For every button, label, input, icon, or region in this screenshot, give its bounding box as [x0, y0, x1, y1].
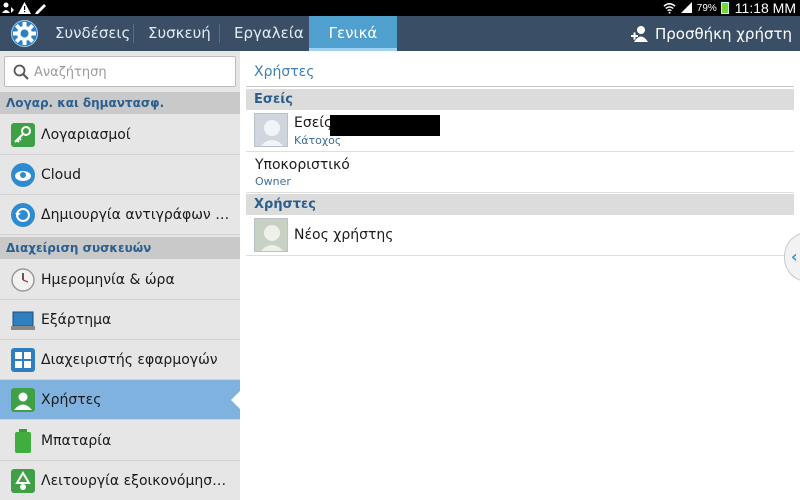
- default-avatar-icon: [260, 120, 284, 146]
- sidebar-item-label: Ημερομηνία & ώρα: [41, 271, 175, 288]
- sidebar-item-power-saving[interactable]: Λειτουργία εξοικονόμησης ε...: [0, 461, 240, 500]
- list-item-nickname[interactable]: Υποκοριστικό Owner: [246, 152, 794, 193]
- list-item-new-user[interactable]: Νέος χρήστης: [246, 215, 794, 256]
- tab-general[interactable]: Γενικά: [309, 16, 397, 51]
- nickname-value: Owner: [255, 175, 291, 188]
- account-sync-icon: [2, 2, 14, 13]
- cloud-icon: [11, 162, 35, 187]
- sidebar-item-label: Λογαριασμοί: [41, 126, 131, 143]
- group-header-users: Χρήστες: [246, 194, 794, 215]
- sidebar-item-backup[interactable]: Δημιουργία αντιγράφων ασφ...: [0, 195, 240, 235]
- sidebar-item-cloud[interactable]: Cloud: [0, 155, 240, 195]
- tab-device[interactable]: Συσκευή: [148, 16, 211, 51]
- nickname-label: Υποκοριστικό: [255, 157, 350, 173]
- avatar: [254, 218, 288, 252]
- sidebar-item-accessory[interactable]: Εξάρτημα: [0, 300, 240, 340]
- section-header-accounts: Λογαρ. και δημαντασφ.: [0, 92, 240, 114]
- sidebar-item-date-time[interactable]: Ημερομηνία & ώρα: [0, 260, 240, 300]
- signal-icon: [680, 2, 692, 13]
- tab-tools[interactable]: Εργαλεία: [234, 16, 304, 51]
- recycle-icon: [11, 468, 35, 493]
- sidebar-item-label: Χρήστες: [41, 391, 102, 408]
- search-icon: [13, 64, 29, 80]
- settings-gear-icon[interactable]: [9, 18, 40, 49]
- wifi-icon: [663, 3, 676, 14]
- tab-divider: [219, 24, 220, 43]
- group-header-you: Εσείς: [246, 89, 794, 110]
- search-box[interactable]: [4, 56, 236, 87]
- sidebar-item-battery[interactable]: Μπαταρία: [0, 421, 240, 461]
- add-user-button[interactable]: Προσθήκη χρήστη: [630, 16, 792, 51]
- clock-time: 11:18 MM: [734, 0, 796, 16]
- tab-connections[interactable]: Συνδέσεις: [55, 16, 130, 51]
- tab-divider: [133, 24, 134, 43]
- sidebar-item-label: Λειτουργία εξοικονόμησης ε...: [41, 472, 233, 489]
- title-divider: [246, 86, 794, 87]
- key-icon: [11, 122, 35, 147]
- list-item-you[interactable]: Εσείς Κάτοχος: [246, 110, 794, 152]
- top-navigation-bar: Συνδέσεις Συσκευή Εργαλεία Γενικά Προσθή…: [0, 16, 800, 51]
- section-header-device-management: Διαχείριση συσκευών: [0, 237, 240, 259]
- sidebar-item-label: Δημιουργία αντιγράφων ασφ...: [41, 206, 233, 223]
- avatar: [254, 113, 288, 147]
- accessory-icon: [11, 311, 35, 330]
- redacted-name: [330, 115, 440, 136]
- warning-icon: [18, 2, 31, 14]
- battery-icon: [720, 2, 729, 14]
- pen-icon: [35, 4, 46, 14]
- new-user-label: Νέος χρήστης: [294, 227, 394, 243]
- chevron-left-icon: ‹: [791, 247, 798, 266]
- user-name: Εσείς: [294, 115, 333, 131]
- sidebar-item-label: Διαχειριστής εφαρμογών: [41, 351, 218, 368]
- sidebar-item-label: Μπαταρία: [41, 432, 112, 449]
- sidebar-item-label: Cloud: [41, 166, 81, 183]
- page-title: Χρήστες: [254, 64, 315, 80]
- user-icon: [11, 387, 35, 412]
- sidebar-item-app-manager[interactable]: Διαχειριστής εφαρμογών: [0, 340, 240, 380]
- add-user-icon: [630, 25, 648, 42]
- clock-icon: [11, 267, 35, 292]
- add-user-label: Προσθήκη χρήστη: [654, 24, 792, 43]
- sidebar-item-accounts[interactable]: Λογαριασμοί: [0, 115, 240, 155]
- status-bar: 79% 11:18 MM: [0, 0, 800, 16]
- backup-icon: [11, 202, 35, 227]
- search-input[interactable]: [34, 61, 229, 83]
- sidebar-item-label: Εξάρτημα: [41, 311, 112, 328]
- apps-grid-icon: [11, 347, 35, 372]
- battery-percent: 79%: [696, 2, 717, 14]
- new-user-avatar-icon: [260, 225, 284, 251]
- sidebar-item-users[interactable]: Χρήστες: [0, 380, 240, 420]
- battery-icon: [15, 428, 31, 453]
